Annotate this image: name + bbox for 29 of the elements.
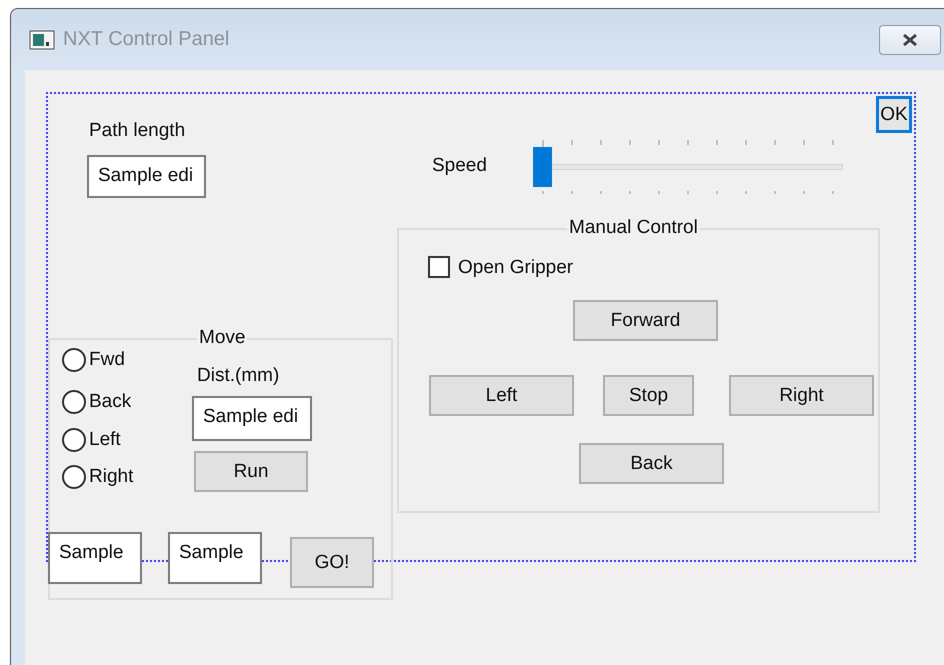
checkbox-label: Open Gripper [458, 257, 574, 279]
input-field[interactable]: Sample [48, 532, 142, 584]
path-length-label: Path length [89, 120, 186, 142]
direction-button[interactable]: Stop [603, 375, 694, 416]
radio-button[interactable] [62, 428, 86, 452]
direction-button[interactable]: Left [429, 375, 574, 416]
input-field[interactable]: Sample edi [192, 396, 312, 441]
window-icon [29, 30, 55, 50]
radio-label: Back [89, 391, 132, 413]
direction-button[interactable]: Back [579, 443, 724, 484]
radio-label: Right [89, 466, 134, 488]
distance-label: Dist.(mm) [197, 365, 280, 387]
speed-label: Speed [432, 155, 487, 177]
radio-button[interactable] [62, 465, 86, 489]
checkbox[interactable] [428, 256, 450, 278]
input-field[interactable]: Sample edi [87, 155, 206, 198]
radio-button[interactable] [62, 348, 86, 372]
direction-button[interactable]: Right [729, 375, 874, 416]
radio-label: Fwd [89, 349, 125, 371]
radio-label: Left [89, 429, 121, 451]
input-field[interactable]: Sample [168, 532, 262, 584]
go-button[interactable]: GO! [290, 537, 374, 588]
radio-button[interactable] [62, 390, 86, 414]
close-icon [901, 32, 919, 46]
window-title: NXT Control Panel [63, 28, 230, 51]
close-button[interactable] [879, 24, 941, 54]
direction-button[interactable]: Forward [573, 300, 718, 341]
ok-button[interactable]: OK [876, 96, 912, 133]
run-button[interactable]: Run [194, 451, 308, 492]
